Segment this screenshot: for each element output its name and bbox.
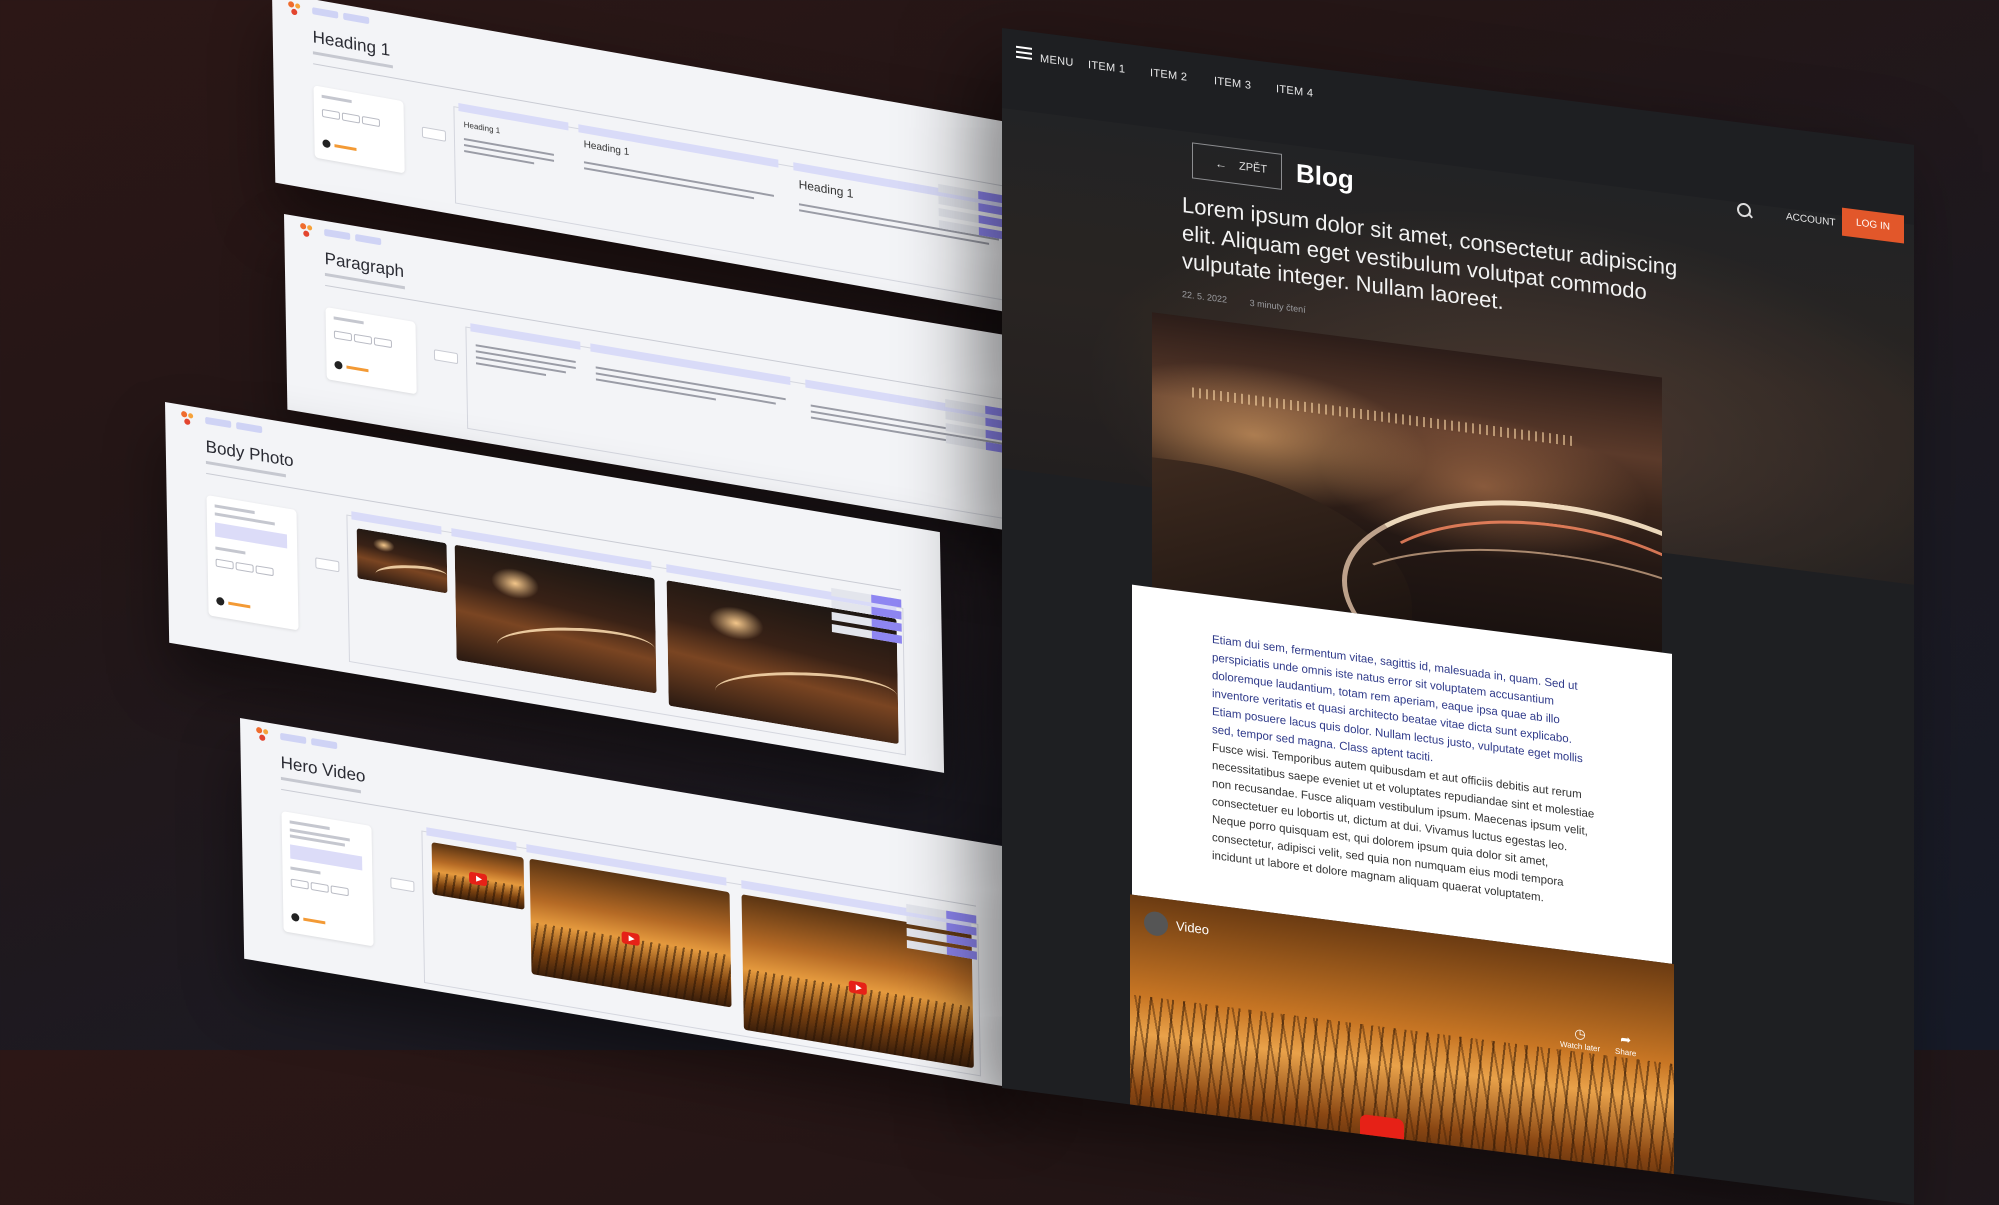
default-button[interactable] xyxy=(390,877,415,893)
default-button[interactable] xyxy=(315,557,340,573)
watch-later-button[interactable]: ◷ Watch later xyxy=(1560,1023,1600,1053)
description-panel xyxy=(206,494,299,631)
video-title: Video xyxy=(1176,918,1210,938)
logo-icon xyxy=(288,0,302,18)
nav-menu-label[interactable]: MENU xyxy=(1040,53,1074,69)
card-title: Body Photo xyxy=(205,436,294,471)
channel-avatar xyxy=(1144,910,1168,938)
tag-chips xyxy=(324,228,382,246)
tag-chips xyxy=(205,416,263,434)
share-button[interactable]: ➦ Share xyxy=(1615,1031,1636,1058)
nav-item-3[interactable]: ITEM 3 xyxy=(1214,75,1251,92)
nav-item-4[interactable]: ITEM 4 xyxy=(1276,83,1313,100)
nav-item-2[interactable]: ITEM 2 xyxy=(1150,67,1187,84)
variants-panel xyxy=(325,306,417,395)
hamburger-menu-icon[interactable] xyxy=(1016,45,1032,60)
arrow-left-icon: ← xyxy=(1215,156,1227,172)
tag-chips xyxy=(312,7,370,25)
play-icon[interactable] xyxy=(1360,1113,1404,1150)
default-button[interactable] xyxy=(433,349,459,365)
logo-icon xyxy=(181,410,195,427)
logo-icon xyxy=(256,726,270,743)
default-button[interactable] xyxy=(421,126,447,142)
tag-chips xyxy=(280,732,338,750)
variants-panel xyxy=(313,85,405,174)
spec-card-hero-video: Hero Video xyxy=(240,718,1020,1089)
blog-page-mockup: MENU ITEM 1 ITEM 2 ITEM 3 ITEM 4 ← ZPĚT … xyxy=(1002,28,1914,1205)
nav-item-1[interactable]: ITEM 1 xyxy=(1088,59,1125,76)
description-panel xyxy=(281,810,374,947)
logo-icon xyxy=(300,222,314,239)
back-label: ZPĚT xyxy=(1239,160,1268,176)
